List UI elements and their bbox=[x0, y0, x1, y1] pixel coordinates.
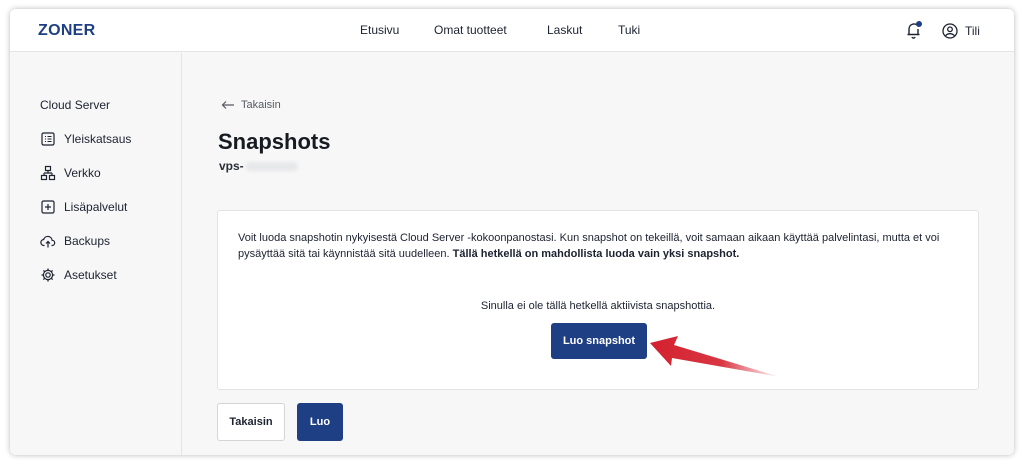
main-content: Takaisin Snapshots vps- Voit luoda snaps… bbox=[183, 53, 1014, 455]
sidebar-item-yleiskatsaus[interactable]: Yleiskatsaus bbox=[40, 130, 131, 148]
user-icon bbox=[942, 23, 958, 39]
top-navigation-bar: ZONER Etusivu Omat tuotteet Laskut Tuki … bbox=[10, 9, 1014, 52]
sidebar-title: Cloud Server bbox=[40, 98, 111, 112]
cloud-upload-icon bbox=[40, 235, 56, 248]
sidebar-item-lisapalvelut[interactable]: Lisäpalvelut bbox=[40, 198, 127, 216]
arrow-left-icon bbox=[221, 101, 234, 109]
server-name: vps- bbox=[219, 159, 298, 173]
create-button[interactable]: Luo bbox=[297, 403, 343, 441]
create-snapshot-button[interactable]: Luo snapshot bbox=[551, 323, 647, 359]
notification-bell-icon[interactable] bbox=[905, 20, 923, 40]
network-icon bbox=[40, 165, 56, 181]
gear-icon bbox=[41, 268, 55, 282]
account-menu[interactable]: Tili bbox=[942, 21, 980, 41]
redacted-server-id bbox=[245, 161, 298, 171]
nav-item-omat-tuotteet[interactable]: Omat tuotteet bbox=[434, 23, 507, 37]
sidebar-item-verkko[interactable]: Verkko bbox=[40, 164, 101, 182]
nav-item-etusivu[interactable]: Etusivu bbox=[360, 23, 399, 37]
app-window: ZONER Etusivu Omat tuotteet Laskut Tuki … bbox=[10, 9, 1014, 455]
sidebar-item-label: Verkko bbox=[64, 166, 101, 180]
snapshot-info-bold: Tällä hetkellä on mahdollista luoda vain… bbox=[452, 248, 740, 260]
list-icon bbox=[41, 132, 55, 146]
back-link[interactable]: Takaisin bbox=[221, 99, 281, 111]
page-title: Snapshots bbox=[218, 129, 331, 154]
sidebar-item-label: Asetukset bbox=[64, 268, 117, 282]
sidebar-item-backups[interactable]: Backups bbox=[40, 232, 110, 250]
sidebar-item-asetukset[interactable]: Asetukset bbox=[40, 266, 117, 284]
nav-item-tuki[interactable]: Tuki bbox=[618, 23, 640, 37]
sidebar-item-label: Lisäpalvelut bbox=[64, 200, 128, 214]
sidebar: Cloud Server Yleiskatsaus Verkko Lisäpal bbox=[10, 53, 182, 455]
plus-box-icon bbox=[41, 200, 55, 214]
snapshot-card: Voit luoda snapshotin nykyisestä Cloud S… bbox=[217, 210, 979, 390]
server-name-prefix: vps- bbox=[219, 159, 244, 173]
account-label: Tili bbox=[965, 24, 980, 38]
zoner-logo[interactable]: ZONER bbox=[38, 22, 96, 40]
annotation-arrow-icon bbox=[650, 336, 780, 377]
snapshot-info-text: Voit luoda snapshotin nykyisestä Cloud S… bbox=[238, 230, 964, 262]
sidebar-item-label: Backups bbox=[64, 234, 111, 248]
back-button[interactable]: Takaisin bbox=[217, 403, 285, 441]
nav-item-laskut[interactable]: Laskut bbox=[547, 23, 582, 37]
back-link-label: Takaisin bbox=[241, 99, 281, 111]
empty-state-text: Sinulla ei ole tällä hetkellä aktiivista… bbox=[480, 300, 716, 312]
sidebar-item-label: Yleiskatsaus bbox=[64, 132, 132, 146]
